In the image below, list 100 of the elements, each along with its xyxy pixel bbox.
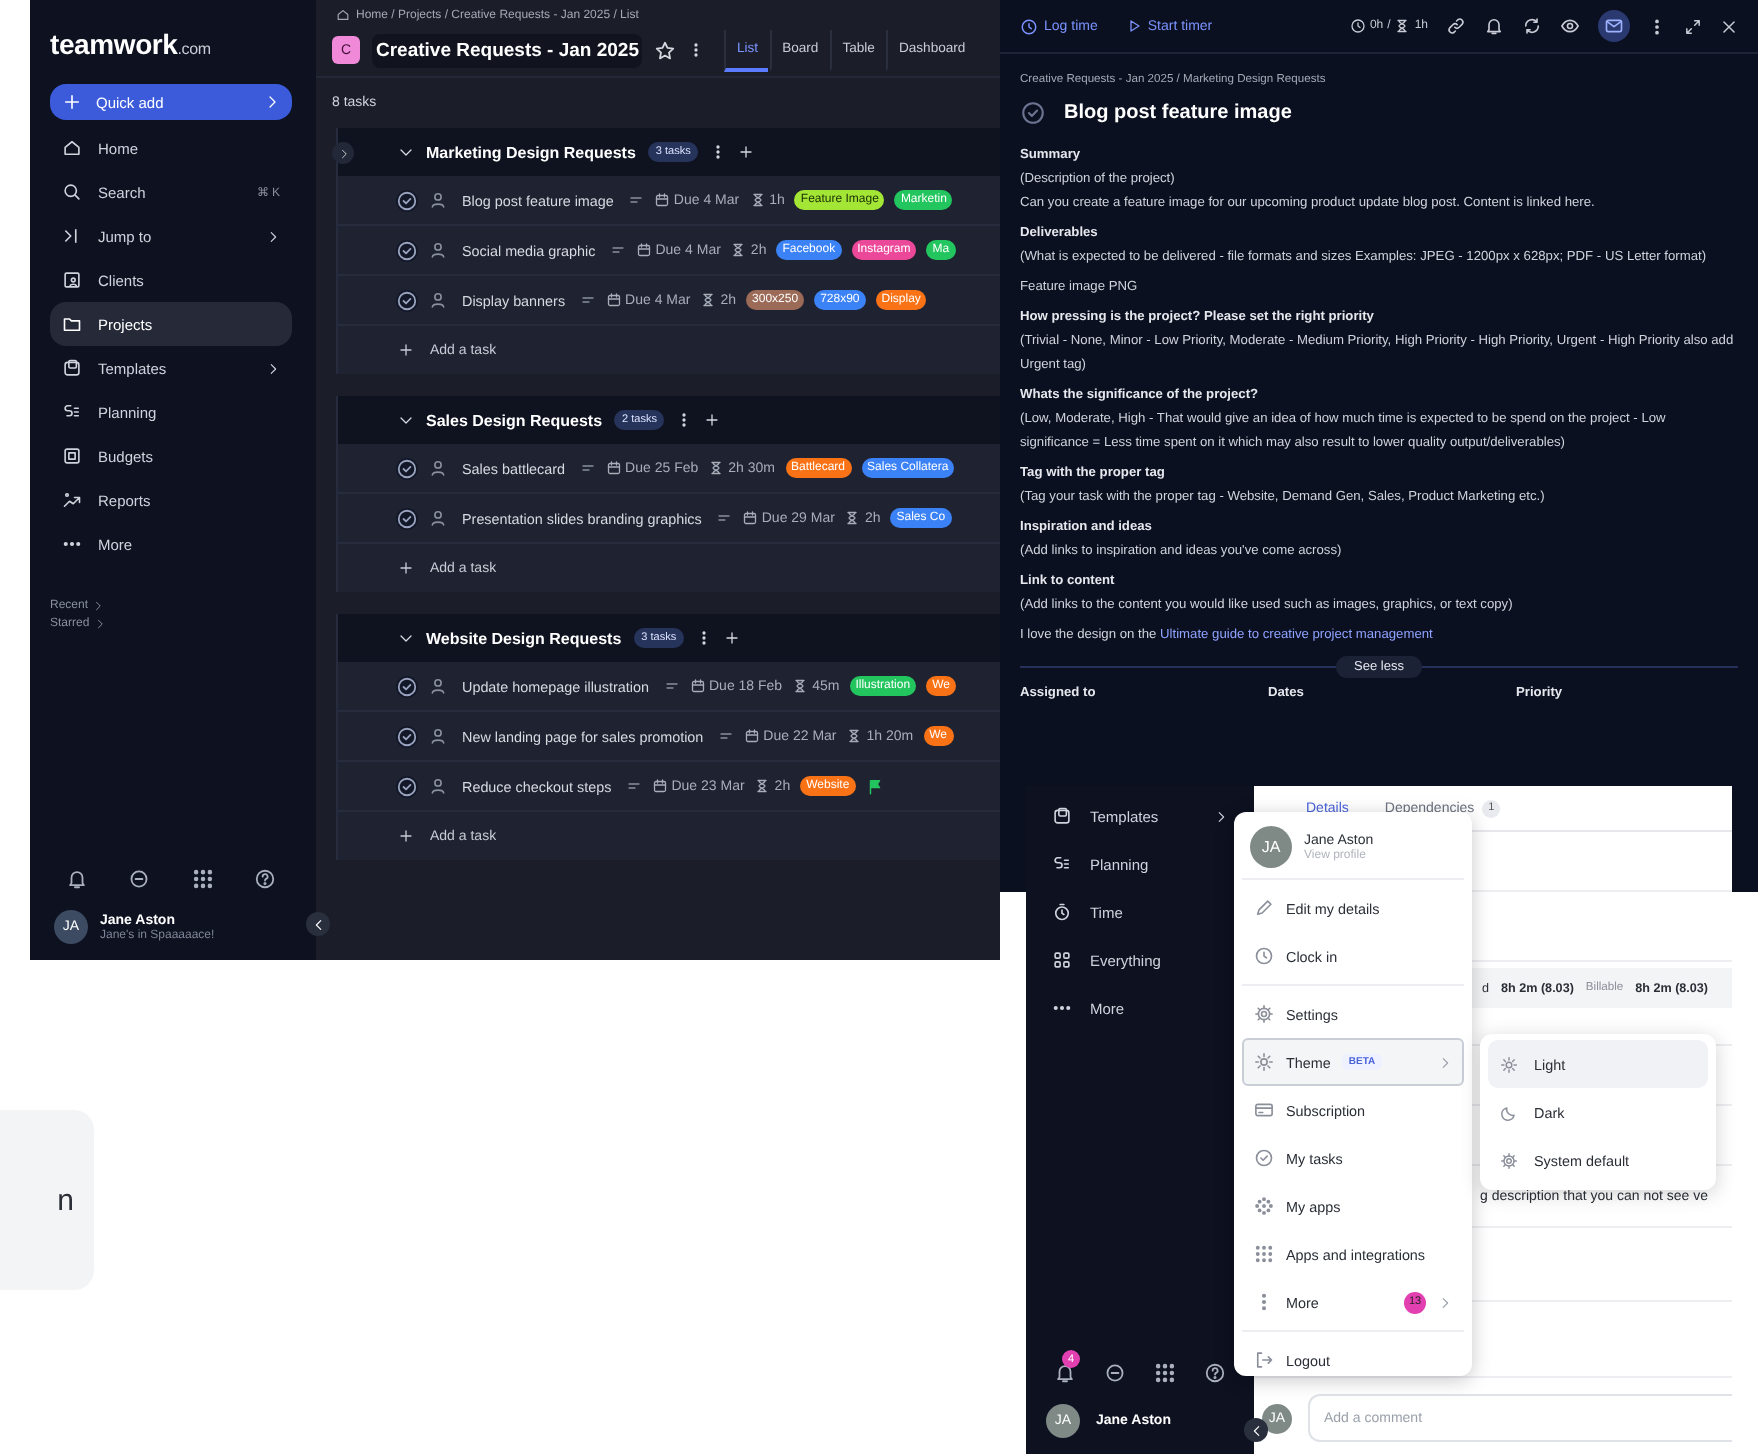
play-icon bbox=[1125, 18, 1142, 34]
four-squares-icon bbox=[1052, 950, 1072, 970]
description-icon bbox=[625, 778, 642, 794]
bell-icon[interactable] bbox=[1054, 1362, 1076, 1384]
hourglass-icon bbox=[844, 510, 861, 526]
calendar-icon bbox=[689, 678, 705, 694]
settings-icon bbox=[1254, 1004, 1274, 1024]
sync-icon[interactable] bbox=[1522, 16, 1542, 36]
group-title: Marketing Design Requests bbox=[426, 143, 636, 161]
chat-bubble-icon[interactable] bbox=[1104, 1362, 1126, 1384]
chevron-right-icon bbox=[264, 94, 280, 110]
settings-icon bbox=[1500, 1151, 1518, 1169]
moon-icon bbox=[1500, 1103, 1518, 1121]
project-title: Creative Requests - Jan 2025 bbox=[372, 33, 643, 67]
apps-grid-icon[interactable] bbox=[1154, 1362, 1176, 1384]
avatar: JA bbox=[1250, 826, 1292, 868]
card-text: n bbox=[57, 1183, 74, 1217]
chevron-down-icon[interactable] bbox=[398, 630, 414, 646]
person-icon[interactable] bbox=[428, 458, 448, 478]
calendar-icon bbox=[651, 778, 668, 794]
task-title: Blog post feature image bbox=[1064, 102, 1292, 124]
calendar-icon bbox=[605, 292, 622, 308]
chevron-left-icon bbox=[311, 917, 325, 931]
calendar-icon bbox=[653, 192, 670, 208]
description-icon bbox=[579, 292, 596, 308]
sun-icon bbox=[1254, 1052, 1274, 1072]
person-icon[interactable] bbox=[428, 290, 448, 310]
clock-icon bbox=[1349, 18, 1366, 34]
expand-icon[interactable] bbox=[1684, 17, 1702, 35]
template-icon bbox=[1052, 806, 1072, 826]
calendar-icon bbox=[635, 242, 652, 258]
template-icon bbox=[62, 358, 82, 378]
hourglass-icon bbox=[708, 460, 725, 476]
eye-icon[interactable] bbox=[1560, 16, 1580, 36]
description-icon bbox=[627, 192, 644, 208]
credit-card-icon bbox=[1254, 1100, 1274, 1120]
check-circle-icon[interactable] bbox=[396, 725, 418, 747]
calendar-icon bbox=[743, 728, 760, 744]
help-icon[interactable] bbox=[253, 868, 276, 890]
person-icon[interactable] bbox=[428, 676, 448, 696]
plus-icon[interactable] bbox=[704, 412, 721, 428]
clock-icon bbox=[1254, 946, 1274, 966]
bell-icon[interactable] bbox=[66, 868, 88, 890]
close-icon[interactable] bbox=[1720, 17, 1738, 35]
description-icon bbox=[579, 460, 596, 476]
person-icon[interactable] bbox=[428, 508, 448, 528]
collapse-button[interactable] bbox=[306, 912, 330, 936]
check-circle-icon[interactable] bbox=[396, 189, 418, 211]
hourglass-icon bbox=[700, 292, 717, 308]
email-toggle-button[interactable] bbox=[1598, 10, 1630, 42]
plus-icon bbox=[398, 560, 414, 576]
apps-grid-icon[interactable] bbox=[191, 868, 214, 890]
hourglass-icon bbox=[1394, 18, 1411, 34]
chevron-down-icon[interactable] bbox=[398, 412, 414, 428]
description-icon bbox=[663, 678, 679, 694]
collapse-button[interactable] bbox=[1244, 1418, 1268, 1442]
hourglass-icon bbox=[730, 242, 747, 258]
chevron-right-icon bbox=[1438, 1055, 1452, 1069]
check-circle-icon[interactable] bbox=[396, 675, 418, 697]
star-icon[interactable] bbox=[654, 39, 677, 61]
chevron-right-icon bbox=[337, 147, 349, 159]
plus-icon bbox=[398, 828, 414, 844]
description-icon bbox=[609, 242, 626, 258]
chat-bubble-icon[interactable] bbox=[128, 868, 151, 890]
budget-icon bbox=[62, 446, 82, 466]
clock-icon bbox=[1020, 17, 1038, 35]
home-icon bbox=[62, 138, 82, 158]
person-icon[interactable] bbox=[428, 776, 448, 796]
person-icon[interactable] bbox=[428, 190, 448, 210]
person-icon[interactable] bbox=[428, 240, 448, 260]
person-icon[interactable] bbox=[428, 726, 448, 746]
dot-grid-icon bbox=[1254, 1244, 1274, 1264]
calendar-icon bbox=[605, 460, 622, 476]
folder-icon bbox=[62, 314, 82, 334]
chevron-down-icon[interactable] bbox=[398, 144, 414, 160]
contact-card-icon bbox=[62, 270, 82, 290]
plus-icon bbox=[62, 92, 82, 112]
hourglass-icon bbox=[749, 192, 766, 208]
check-circle-icon[interactable] bbox=[396, 239, 418, 261]
chevron-right-icon bbox=[266, 229, 280, 243]
chevron-bar-icon bbox=[62, 226, 82, 246]
plus-icon bbox=[398, 342, 414, 358]
bell-icon[interactable] bbox=[1484, 16, 1504, 36]
check-circle-icon[interactable] bbox=[396, 775, 418, 797]
check-circle-icon[interactable] bbox=[396, 289, 418, 311]
description-icon bbox=[717, 728, 734, 744]
help-icon[interactable] bbox=[1204, 1362, 1226, 1384]
plus-icon[interactable] bbox=[724, 630, 741, 646]
check-circle-icon[interactable] bbox=[1020, 100, 1046, 126]
check-circle-icon[interactable] bbox=[396, 457, 418, 479]
check-circle-icon bbox=[1254, 1148, 1274, 1168]
planning-icon bbox=[1052, 854, 1072, 874]
chevron-right-icon bbox=[1214, 809, 1228, 823]
calendar-icon bbox=[741, 510, 758, 526]
check-circle-icon[interactable] bbox=[396, 507, 418, 529]
plus-icon[interactable] bbox=[738, 144, 755, 160]
chart-line-icon bbox=[62, 490, 82, 510]
group-title: Website Design Requests bbox=[426, 629, 622, 647]
link-icon[interactable] bbox=[1446, 16, 1466, 36]
sun-icon bbox=[1500, 1055, 1518, 1073]
